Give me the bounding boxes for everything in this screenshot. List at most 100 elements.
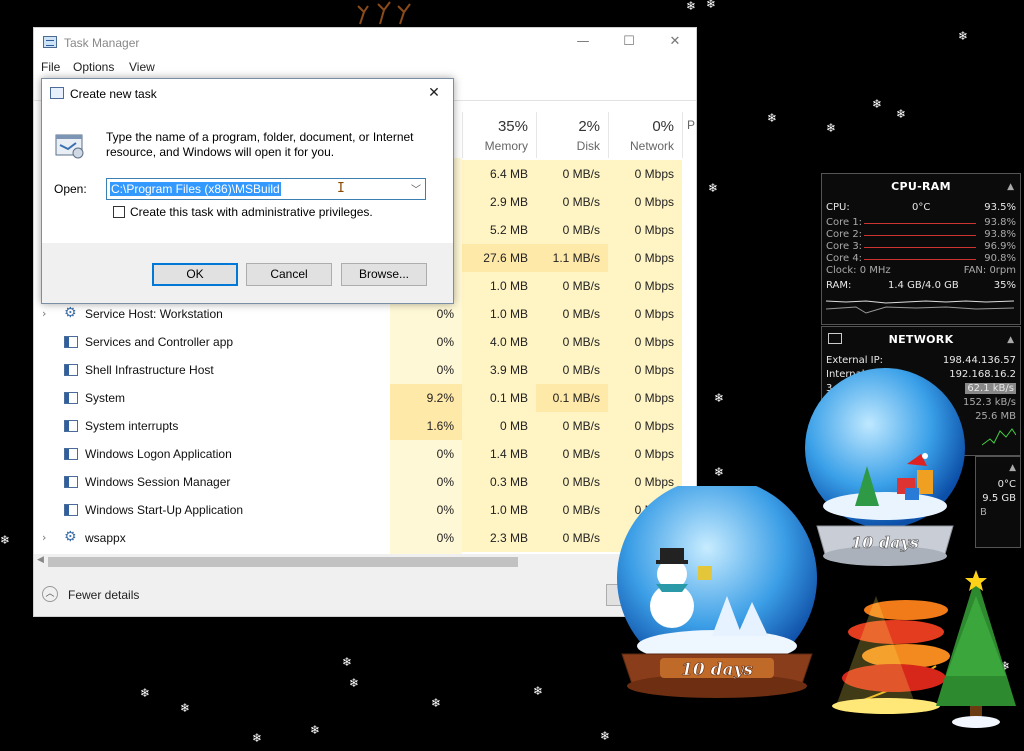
download-value: 25.6 MB bbox=[975, 411, 1016, 422]
network-cell: 0 Mbps bbox=[608, 188, 682, 216]
globe-label: 10 days bbox=[681, 660, 753, 680]
create-new-task-dialog: Create new task ✕ Type the name of a pro… bbox=[41, 78, 454, 304]
ok-button[interactable]: OK bbox=[152, 263, 238, 286]
cpu-cell: 0% bbox=[436, 531, 454, 545]
process-window-icon bbox=[64, 476, 78, 488]
disk-cell: 0 MB/s bbox=[536, 412, 608, 440]
close-button[interactable]: ✕ bbox=[652, 28, 696, 58]
disk-cell: 0.1 MB/s bbox=[536, 384, 608, 412]
column-header-network[interactable]: 0% Network bbox=[608, 112, 682, 158]
cpu-cell: 1.6% bbox=[390, 412, 462, 440]
process-name: Windows Logon Application bbox=[85, 447, 232, 461]
memory-cell: 1.0 MB bbox=[462, 300, 536, 328]
memory-cell: 3.9 MB bbox=[462, 356, 536, 384]
disk-cell: 0 MB/s bbox=[536, 160, 608, 188]
text-cursor-icon: I bbox=[337, 181, 345, 196]
disk-percent: 2% bbox=[578, 118, 600, 135]
menu-view[interactable]: View bbox=[129, 60, 155, 74]
open-input-value[interactable]: C:\Program Files (x86)\MSBuild bbox=[110, 182, 281, 196]
browse-button[interactable]: Browse... bbox=[341, 263, 427, 286]
admin-checkbox-label[interactable]: Create this task with administrative pri… bbox=[130, 205, 373, 219]
chevron-down-icon[interactable]: ﹀ bbox=[411, 181, 421, 196]
memory-cell: 27.6 MB bbox=[462, 244, 536, 272]
process-name: System bbox=[85, 391, 126, 405]
cpu-cell: 0% bbox=[436, 335, 454, 349]
memory-cell: 1.4 MB bbox=[462, 440, 536, 468]
clock-line: Clock: 0 MHz FAN: 0rpm bbox=[826, 265, 1016, 276]
open-combobox[interactable]: C:\Program Files (x86)\MSBuild I ﹀ bbox=[106, 178, 426, 200]
column-header-power[interactable]: P bbox=[682, 112, 696, 158]
memory-cell: 0.3 MB bbox=[462, 468, 536, 496]
maximize-button[interactable]: ☐ bbox=[606, 28, 652, 58]
core-value: 93.8% bbox=[984, 217, 1016, 228]
column-header-disk[interactable]: 2% Disk bbox=[536, 112, 608, 158]
memory-cell: 5.2 MB bbox=[462, 216, 536, 244]
process-name: Services and Controller app bbox=[85, 335, 234, 349]
external-ip-label: External IP: bbox=[826, 355, 884, 366]
ram-percent: 35% bbox=[993, 280, 1016, 291]
table-row[interactable]: System interrupts 1.6% 0 MB 0 MB/s 0 Mbp… bbox=[34, 412, 696, 440]
minimize-button[interactable]: — bbox=[560, 28, 606, 58]
scrollbar-thumb[interactable] bbox=[48, 557, 518, 567]
table-row[interactable]: Services and Controller app 0% 4.0 MB 0 … bbox=[34, 328, 696, 356]
cpu-cell: 0% bbox=[436, 475, 454, 489]
fan-value: FAN: 0rpm bbox=[963, 265, 1016, 276]
table-row[interactable]: › wsappx 0% 2.3 MB 0 MB/s 0 Mbps bbox=[34, 524, 696, 552]
core-label: Core 1: bbox=[826, 217, 863, 228]
title-bar: Task Manager — ☐ ✕ bbox=[34, 28, 696, 58]
globe-label: 10 days bbox=[851, 533, 919, 552]
table-row[interactable]: Windows Start-Up Application 0% 1.0 MB 0… bbox=[34, 496, 696, 524]
menu-file[interactable]: File bbox=[41, 60, 60, 74]
reindeer-decoration bbox=[354, 0, 416, 26]
disk-cell: 0 MB/s bbox=[536, 328, 608, 356]
dialog-body: Type the name of a program, folder, docu… bbox=[42, 109, 453, 243]
table-row[interactable]: System 9.2% 0.1 MB 0.1 MB/s 0 Mbps bbox=[34, 384, 696, 412]
cpu-line: CPU: 0°C 93.5% bbox=[826, 202, 1016, 213]
process-name: System interrupts bbox=[85, 419, 179, 433]
memory-cell: 6.4 MB bbox=[462, 160, 536, 188]
open-label: Open: bbox=[54, 182, 87, 196]
unit-line: B bbox=[980, 507, 1016, 518]
power-label: P bbox=[687, 118, 696, 132]
process-window-icon bbox=[64, 448, 78, 460]
memory-cell: 2.3 MB bbox=[462, 524, 536, 552]
memory-cell: 0 MB bbox=[462, 412, 536, 440]
ram-graph bbox=[825, 295, 1015, 317]
table-row[interactable]: Shell Infrastructure Host 0% 3.9 MB 0 MB… bbox=[34, 356, 696, 384]
core-value: 90.8% bbox=[984, 253, 1016, 264]
table-row[interactable]: Windows Logon Application 0% 1.4 MB 0 MB… bbox=[34, 440, 696, 468]
dialog-close-button[interactable]: ✕ bbox=[421, 82, 447, 104]
chevron-up-icon[interactable]: ︿ bbox=[42, 586, 58, 602]
column-header-memory[interactable]: 35% Memory bbox=[462, 112, 536, 158]
table-row[interactable]: › Service Host: Workstation 0% 1.0 MB 0 … bbox=[34, 300, 696, 328]
run-dialog-icon bbox=[50, 87, 64, 99]
admin-checkbox[interactable] bbox=[113, 206, 125, 218]
ram-line: RAM: 1.4 GB/4.0 GB 35% bbox=[826, 280, 1016, 291]
footer-bar: ︿ Fewer details bbox=[34, 570, 696, 616]
network-percent: 0% bbox=[652, 118, 674, 135]
expand-chevron-icon[interactable]: › bbox=[42, 531, 46, 544]
menu-options[interactable]: Options bbox=[73, 60, 114, 74]
gear-icon bbox=[64, 305, 78, 321]
expand-chevron-icon[interactable]: › bbox=[42, 307, 46, 320]
network-cell: 0 Mbps bbox=[608, 412, 682, 440]
cpu-cell: 0% bbox=[436, 503, 454, 517]
network-cell: 0 Mbps bbox=[608, 384, 682, 412]
cpu-label: CPU: bbox=[826, 202, 850, 213]
fewer-details-link[interactable]: Fewer details bbox=[68, 588, 139, 602]
core-line: Core 2: 93.8% bbox=[826, 229, 1016, 240]
scroll-left-icon[interactable]: ◀ bbox=[37, 555, 44, 565]
ram-value: 1.4 GB/4.0 GB bbox=[888, 280, 959, 291]
table-row[interactable]: Windows Session Manager 0% 0.3 MB 0 MB/s… bbox=[34, 468, 696, 496]
disk-cell: 0 MB/s bbox=[536, 524, 608, 552]
collapse-triangle-icon[interactable]: ▲ bbox=[1007, 335, 1014, 345]
memory-cell: 0.1 MB bbox=[462, 384, 536, 412]
collapse-triangle-icon[interactable]: ▲ bbox=[1007, 182, 1014, 192]
disk-cell: 0 MB/s bbox=[536, 188, 608, 216]
storage-temp: 0°C bbox=[997, 479, 1016, 490]
horizontal-scrollbar[interactable]: ◀ bbox=[34, 554, 696, 570]
collapse-triangle-icon[interactable]: ▲ bbox=[1009, 463, 1016, 473]
dialog-button-bar: OK Cancel Browse... bbox=[42, 243, 453, 303]
cancel-button[interactable]: Cancel bbox=[246, 263, 332, 286]
gear-icon bbox=[64, 529, 78, 545]
